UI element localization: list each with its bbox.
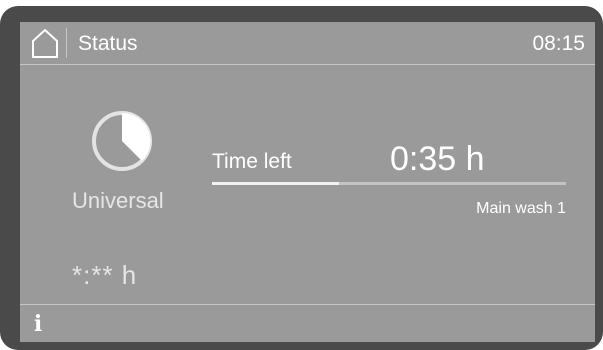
program-name: Universal — [72, 188, 164, 213]
home-icon — [32, 29, 58, 58]
time-left-label: Time left — [212, 150, 292, 173]
header-rule — [20, 64, 595, 65]
footer-rule — [20, 304, 595, 305]
progress-fill — [212, 182, 340, 185]
info-icon[interactable]: i — [28, 312, 48, 336]
clock: 08:15 — [532, 32, 585, 55]
progress-bar — [212, 182, 566, 185]
program-phase: Main wash 1 — [476, 200, 566, 217]
program-pie-icon — [90, 109, 154, 173]
start-time: *:** h — [72, 260, 138, 290]
header-divider — [66, 28, 67, 58]
time-left-value: 0:35 h — [390, 140, 485, 178]
home-button[interactable] — [28, 26, 62, 60]
status-bar: Status 08:15 — [20, 22, 595, 64]
page-title: Status — [78, 32, 138, 55]
display-screen: Status 08:15 Universal *:** h Time left … — [20, 22, 595, 342]
appliance-panel: Status 08:15 Universal *:** h Time left … — [0, 0, 603, 350]
